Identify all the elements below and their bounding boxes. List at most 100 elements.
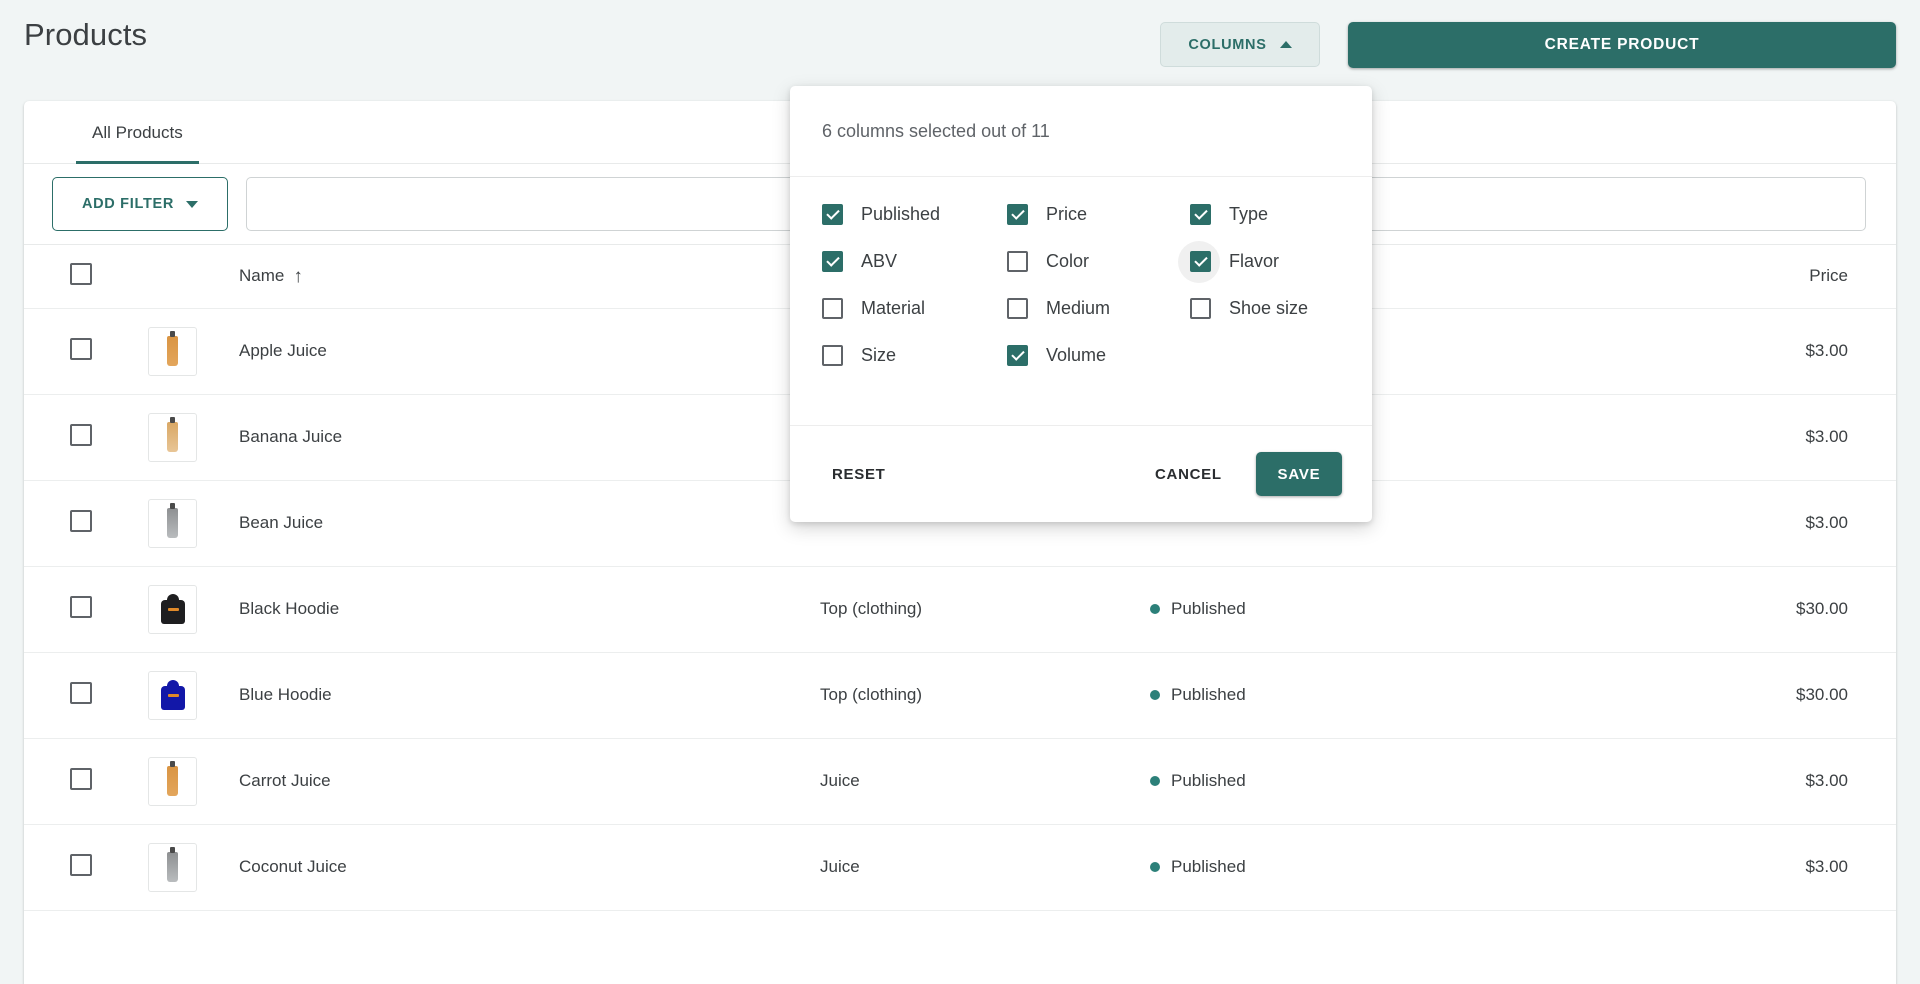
row-price-cell: $30.00: [1480, 652, 1896, 739]
table-row[interactable]: Carrot Juice Juice Published $3.00: [24, 738, 1896, 825]
column-checkbox[interactable]: [1007, 204, 1028, 225]
columns-popover-summary: 6 columns selected out of 11: [790, 86, 1372, 177]
column-checkbox[interactable]: [1190, 251, 1211, 272]
column-checkbox[interactable]: [1007, 298, 1028, 319]
row-name-cell: Apple Juice: [220, 308, 820, 395]
add-filter-button[interactable]: ADD FILTER: [52, 177, 228, 231]
columns-button-label: COLUMNS: [1188, 36, 1267, 53]
product-thumbnail-icon: [167, 761, 178, 796]
row-name-cell: Carrot Juice: [220, 738, 820, 825]
add-filter-label: ADD FILTER: [81, 196, 175, 212]
column-option-material[interactable]: Material: [822, 298, 1007, 319]
status-badge: Published: [1150, 857, 1246, 877]
column-option-label: ABV: [861, 251, 898, 271]
row-select-cell: [24, 566, 148, 653]
product-thumbnail: [148, 584, 197, 634]
row-type-cell: Top (clothing): [820, 566, 1150, 653]
row-type-cell: Juice: [820, 824, 1150, 911]
row-type-cell: Juice: [820, 738, 1150, 825]
row-checkbox[interactable]: [70, 423, 92, 446]
column-option-shoe-size[interactable]: Shoe size: [1190, 298, 1372, 319]
product-thumbnail-icon: [157, 594, 189, 624]
row-type-cell: Top (clothing): [820, 652, 1150, 739]
column-option-label: Type: [1229, 204, 1269, 224]
table-row[interactable]: Blue Hoodie Top (clothing) Published $30.00: [24, 652, 1896, 739]
row-checkbox[interactable]: [70, 767, 92, 790]
row-name-cell: Bean Juice: [220, 480, 820, 567]
row-price-cell: $3.00: [1480, 308, 1896, 395]
product-thumbnail: [148, 756, 197, 806]
create-product-label: CREATE PRODUCT: [1544, 36, 1700, 53]
row-price-cell: $3.00: [1480, 824, 1896, 911]
header-name-label: Name: [239, 266, 285, 286]
status-dot-icon: [1150, 776, 1160, 786]
column-option-flavor[interactable]: Flavor: [1178, 240, 1372, 283]
column-checkbox[interactable]: [822, 298, 843, 319]
row-select-cell: [24, 738, 148, 825]
column-option-label: Color: [1046, 251, 1090, 271]
row-checkbox[interactable]: [70, 681, 92, 704]
header-name[interactable]: Name ↑: [220, 245, 820, 309]
product-price: $30.00: [1796, 599, 1848, 618]
column-option-label: Price: [1046, 204, 1088, 224]
column-checkbox[interactable]: [822, 345, 843, 366]
columns-popover: 6 columns selected out of 11 Published Pr…: [790, 86, 1372, 522]
column-option-size[interactable]: Size: [822, 345, 1007, 366]
create-product-button[interactable]: CREATE PRODUCT: [1348, 22, 1896, 68]
reset-button[interactable]: RESET: [832, 466, 886, 483]
product-thumbnail: [148, 842, 197, 892]
product-thumbnail-icon: [167, 503, 178, 538]
select-all-checkbox[interactable]: [70, 262, 92, 285]
product-name: Banana Juice: [239, 427, 343, 446]
row-thumbnail-cell: [148, 394, 220, 481]
tab-all-products[interactable]: All Products: [76, 101, 199, 164]
column-option-medium[interactable]: Medium: [1007, 298, 1190, 319]
columns-button[interactable]: COLUMNS: [1160, 22, 1320, 67]
row-checkbox[interactable]: [70, 509, 92, 532]
column-option-price[interactable]: Price: [1007, 204, 1190, 225]
column-option-volume[interactable]: Volume: [1007, 345, 1190, 366]
row-status-cell: Published: [1150, 566, 1480, 653]
column-option-label: Published: [861, 204, 941, 224]
status-label: Published: [1171, 685, 1246, 704]
product-thumbnail-icon: [157, 680, 189, 710]
header-select-all: [24, 245, 148, 309]
row-checkbox[interactable]: [70, 853, 92, 876]
product-thumbnail: [148, 498, 197, 548]
table-row[interactable]: Black Hoodie Top (clothing) Published $30.0…: [24, 566, 1896, 653]
page-title: Products: [24, 17, 148, 52]
column-option-type[interactable]: Type: [1190, 204, 1372, 225]
tab-all-products-label: All Products: [92, 122, 183, 142]
column-option-color[interactable]: Color: [1007, 251, 1190, 272]
row-thumbnail-cell: [148, 652, 220, 739]
column-checkbox[interactable]: [1190, 204, 1211, 225]
row-checkbox[interactable]: [70, 595, 92, 618]
row-select-cell: [24, 652, 148, 739]
product-type: Juice: [820, 857, 860, 876]
columns-checkbox-grid: Published Price Type ABV Color Flavor Material…: [790, 177, 1372, 389]
product-price: $30.00: [1796, 685, 1848, 704]
status-label: Published: [1171, 857, 1246, 876]
columns-popover-footer: RESET CANCEL SAVE: [790, 425, 1372, 522]
column-option-label: Size: [861, 345, 897, 365]
column-checkbox[interactable]: [1190, 298, 1211, 319]
column-option-abv[interactable]: ABV: [822, 251, 1007, 272]
header-price[interactable]: Price: [1480, 245, 1896, 309]
status-badge: Published: [1150, 685, 1246, 705]
save-button[interactable]: SAVE: [1256, 452, 1342, 496]
column-checkbox[interactable]: [1007, 345, 1028, 366]
product-name: Apple Juice: [239, 341, 327, 360]
products-page: Products COLUMNS CREATE PRODUCT All Prod…: [0, 0, 1920, 984]
table-row[interactable]: Coconut Juice Juice Published $3.00: [24, 824, 1896, 911]
row-select-cell: [24, 480, 148, 567]
column-checkbox[interactable]: [822, 251, 843, 272]
column-option-published[interactable]: Published: [822, 204, 1007, 225]
product-name: Carrot Juice: [239, 771, 331, 790]
cancel-button[interactable]: CANCEL: [1155, 466, 1222, 483]
chevron-down-icon: [186, 200, 199, 208]
row-checkbox[interactable]: [70, 337, 92, 360]
column-checkbox[interactable]: [822, 204, 843, 225]
product-name: Coconut Juice: [239, 857, 347, 876]
row-thumbnail-cell: [148, 566, 220, 653]
column-checkbox[interactable]: [1007, 251, 1028, 272]
